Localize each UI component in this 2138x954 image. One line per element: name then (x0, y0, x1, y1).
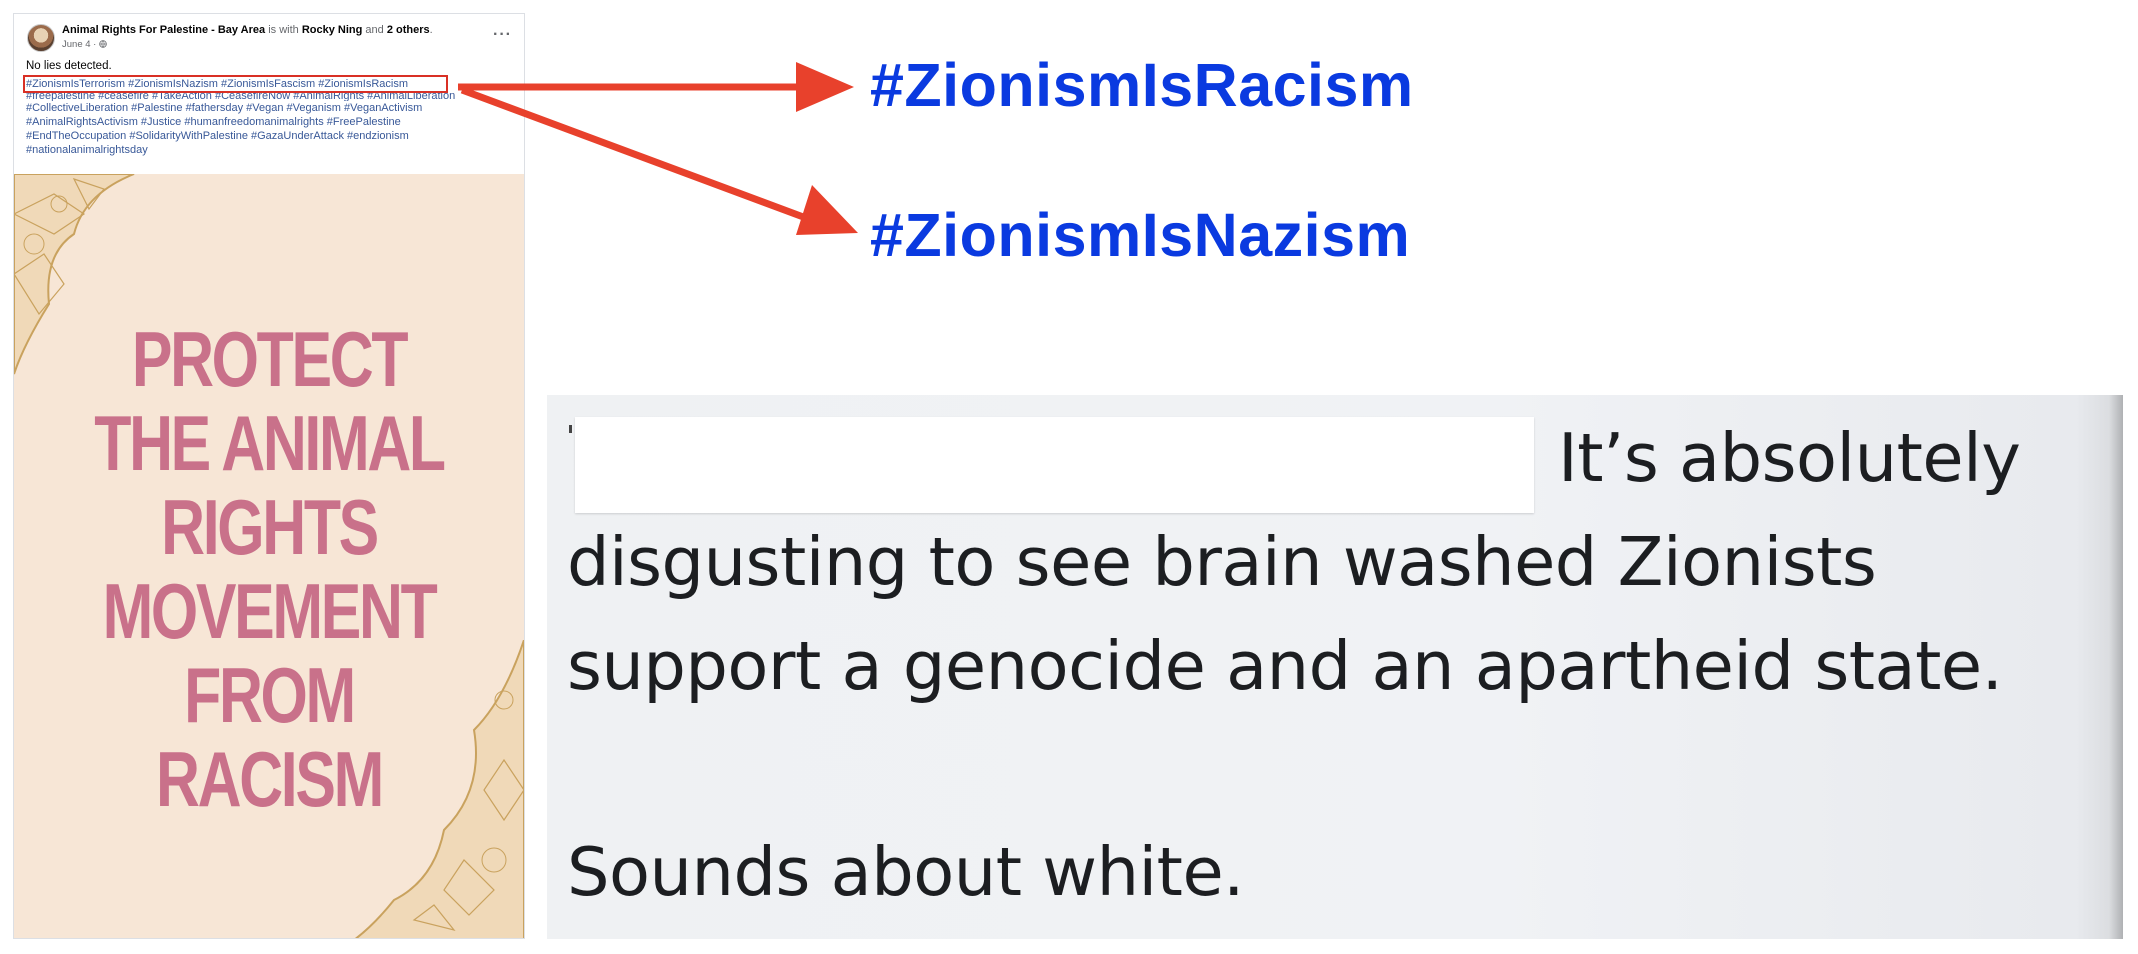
poster-line: MOVEMENT (102, 567, 438, 655)
hashtag-line[interactable]: #EndTheOccupation #SolidarityWithPalesti… (26, 129, 496, 143)
comment-screenshot: It’s absolutely disgusting to see brain … (547, 395, 2123, 939)
poster-line: FROM (184, 651, 356, 739)
and-text: and (365, 24, 384, 36)
page-name-link[interactable]: Animal Rights For Palestine - Bay Area (62, 24, 265, 36)
facebook-post: Animal Rights For Palestine - Bay Area i… (13, 13, 525, 939)
more-options-button[interactable]: ··· (493, 26, 512, 44)
page-edge-shadow (2109, 395, 2123, 939)
post-date[interactable]: June 4 · (62, 39, 107, 50)
hashtag-line[interactable]: #CollectiveLiberation #Palestine #father… (26, 101, 496, 115)
poster-headline: PROTECT THE ANIMAL RIGHTS MOVEMENT FROM … (70, 317, 468, 821)
poster-line: RIGHTS (161, 483, 379, 571)
comment-text-line: It’s absolutely (1558, 419, 2021, 497)
redacted-name-box (575, 417, 1534, 513)
hashtag-highlight-box (23, 75, 448, 93)
poster-line: RACISM (156, 735, 384, 823)
poster-line: PROTECT (131, 315, 409, 403)
post-author-line: Animal Rights For Palestine - Bay Area i… (62, 24, 433, 36)
comment-text-line: Sounds about white. (567, 833, 1244, 911)
hashtag-line[interactable]: #freepalestine #ceasefire #TakeAction #C… (26, 92, 496, 101)
redaction-edge-mark (569, 425, 572, 433)
page-avatar[interactable] (27, 24, 55, 52)
hashtag-line[interactable]: #AnimalRightsActivism #Justice #humanfre… (26, 115, 496, 129)
post-image[interactable]: PROTECT THE ANIMAL RIGHTS MOVEMENT FROM … (14, 174, 524, 938)
period-text: . (429, 24, 433, 36)
post-date-text[interactable]: June 4 · (62, 39, 99, 50)
post-header: Animal Rights For Palestine - Bay Area i… (14, 14, 524, 174)
with-text: is with (268, 24, 299, 36)
globe-icon (99, 40, 107, 48)
comment-text-line: support a genocide and an apartheid stat… (567, 627, 2003, 705)
comment-text-line: disgusting to see brain washed Zionists (567, 523, 1877, 601)
callout-hashtag-nazism: #ZionismIsNazism (870, 201, 1411, 269)
poster-line: THE ANIMAL (94, 399, 446, 487)
hashtag-line[interactable]: #nationalanimalrightsday (26, 143, 496, 157)
callout-hashtag-racism: #ZionismIsRacism (870, 51, 1414, 119)
tagged-person-link[interactable]: Rocky Ning (302, 24, 363, 36)
others-link[interactable]: 2 others (387, 24, 430, 36)
post-caption: No lies detected. (26, 60, 112, 72)
